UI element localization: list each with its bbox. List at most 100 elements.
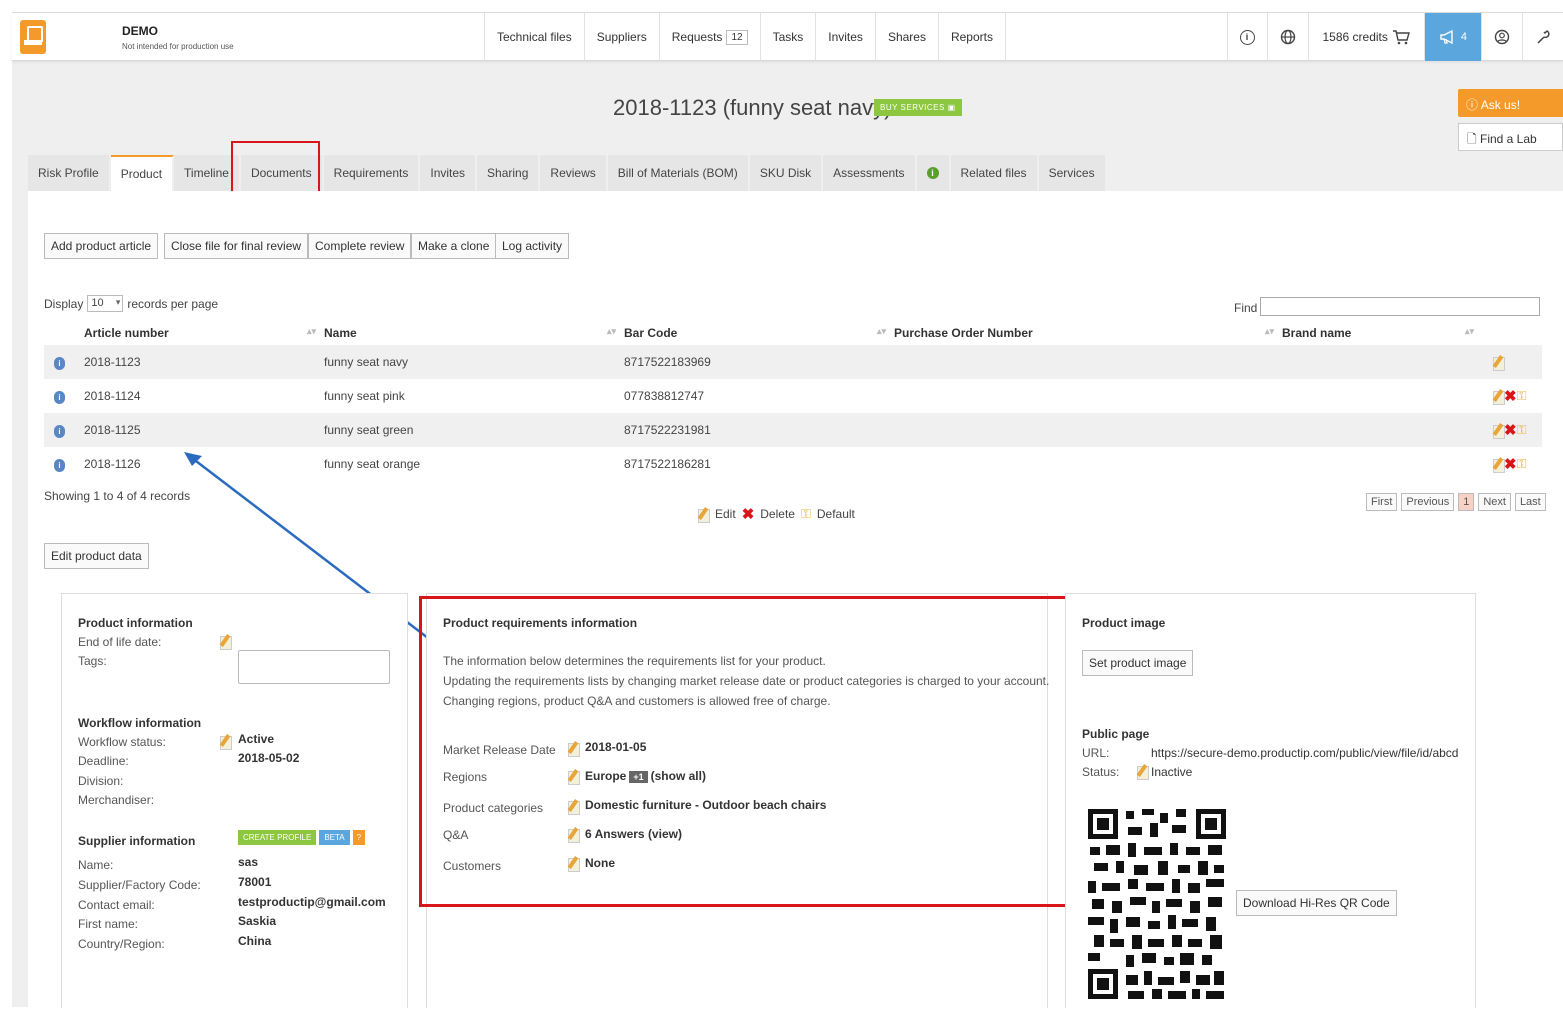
nav-shares[interactable]: Shares [874,13,938,61]
legend-default-label: Default [816,507,855,521]
right-nav: i 1586 credits 4 [1226,13,1563,61]
tab-risk-profile[interactable]: Risk Profile [28,155,111,191]
account-button[interactable] [1481,13,1522,61]
deadline-value: 2018-05-02 [238,751,300,765]
info-icon[interactable]: i [54,424,65,438]
buy-services-button[interactable]: BUY SERVICES ▣ [874,99,962,116]
edit-icon[interactable] [1492,355,1505,372]
create-profile-button[interactable]: CREATE PROFILE [238,830,317,845]
sort-icon: ▴▾ [1464,326,1474,336]
sort-icon: ▴▾ [306,326,316,336]
edit-icon[interactable] [1492,389,1505,405]
nav-tasks[interactable]: Tasks [759,13,816,61]
info-button[interactable]: i [1226,13,1267,61]
delete-icon[interactable]: ✖ [1504,422,1517,439]
tab-info[interactable]: i [916,155,951,191]
credits-button[interactable]: 1586 credits [1307,13,1424,61]
edit-icon[interactable] [219,634,232,650]
ask-us-label: Ask us! [1480,98,1521,112]
info-icon[interactable]: i [54,390,65,404]
tab-sku-disk[interactable]: SKU Disk [749,155,824,191]
complete-review-button[interactable]: Complete review [308,233,412,259]
log-activity-button[interactable]: Log activity [495,233,570,259]
edit-icon[interactable] [1492,423,1505,439]
name-cell: funny seat pink [324,389,405,403]
tab-requirements[interactable]: Requirements [323,155,421,191]
per-page-label: records per page [127,296,219,311]
table-row[interactable]: i 2018-1123 funny seat navy 871752218396… [44,345,1542,379]
cart-icon [1392,30,1410,45]
find-input[interactable] [1260,297,1540,316]
pager-previous[interactable]: Previous [1401,493,1455,511]
logo-icon[interactable] [20,20,46,54]
add-product-article-button[interactable]: Add product article [44,233,159,259]
announcements-button[interactable]: 4 [1423,13,1481,61]
action-legend: Edit ✖ Delete ⚿ Default [697,505,855,523]
workflow-status-value: Active [238,732,275,746]
public-page-heading: Public page [1082,727,1150,741]
pager-page-1[interactable]: 1 [1458,493,1475,511]
tab-reviews[interactable]: Reviews [540,155,608,191]
edit-icon[interactable] [1492,457,1505,473]
tab-product[interactable]: Product [110,155,175,191]
tab-services[interactable]: Services [1038,155,1107,191]
info-icon[interactable]: i [54,458,65,472]
col-po-number[interactable]: Purchase Order Number ▴▾ [894,321,1282,345]
user-icon [1494,29,1510,45]
tab-assessments[interactable]: Assessments [823,155,917,191]
table-row[interactable]: i 2018-1125 funny seat green 87175222319… [44,413,1542,447]
brand-cell [1282,379,1482,413]
pager-last[interactable]: Last [1514,493,1546,511]
qr-code-icon [1088,809,1226,999]
make-clone-button[interactable]: Make a clone [411,233,497,259]
barcode-cell: 8717522183969 [624,345,894,379]
pager-first[interactable]: First [1366,493,1398,511]
nav-requests[interactable]: Requests 12 [658,13,760,61]
sort-icon: ▴▾ [1264,326,1274,336]
contact-email-value: testproductip@gmail.com [238,895,386,909]
info-icon[interactable]: i [54,356,65,370]
edit-icon[interactable] [219,734,232,750]
nav-suppliers[interactable]: Suppliers [583,13,659,61]
public-url-link[interactable]: https://secure-demo.productip.com/public… [1151,746,1458,760]
delete-icon[interactable]: ✖ [1504,388,1517,405]
article-number-cell: 2018-1125 [84,413,324,447]
col-article-number[interactable]: Article number ▴▾ [84,321,324,345]
tab-related-files[interactable]: Related files [950,155,1039,191]
download-qr-button[interactable]: Download Hi-Res QR Code [1236,890,1397,916]
col-name[interactable]: Name ▴▾ [324,321,624,345]
delete-icon[interactable]: ✖ [1504,456,1517,473]
nav-reports[interactable]: Reports [937,13,1006,61]
pager-next[interactable]: Next [1478,493,1511,511]
close-file-button[interactable]: Close file for final review [164,233,309,259]
key-icon[interactable]: ⚿ [1517,456,1527,471]
key-icon[interactable]: ⚿ [1517,388,1527,403]
tab-invites[interactable]: Invites [420,155,478,191]
merchandiser-label: Merchandiser: [78,793,155,807]
set-product-image-button[interactable]: Set product image [1082,650,1194,676]
ask-us-button[interactable]: ⓘ Ask us! [1458,89,1563,117]
edit-product-data-button[interactable]: Edit product data [44,543,149,569]
col-bar-code[interactable]: Bar Code ▴▾ [624,321,894,345]
settings-button[interactable] [1522,13,1563,61]
info-icon: i [926,167,939,179]
key-icon[interactable]: ⚿ [1517,422,1527,437]
language-button[interactable] [1266,13,1308,61]
nav-technical-files[interactable]: Technical files [484,13,584,61]
nav-invites[interactable]: Invites [815,13,875,61]
edit-icon[interactable] [1136,764,1149,780]
status-value: Inactive [1151,765,1193,779]
app-frame: DEMO Not intended for production use Tec… [12,12,1563,1008]
page-size-select[interactable]: 10 [87,295,124,312]
po-cell [894,413,1282,447]
page-size-control: Display 10 records per page [44,295,218,312]
tags-input[interactable] [238,650,390,684]
table-row[interactable]: i 2018-1124 funny seat pink 077838812747… [44,379,1542,413]
help-button[interactable]: ? [352,830,366,845]
tab-bom[interactable]: Bill of Materials (BOM) [607,155,750,191]
find-a-lab-button[interactable]: 🗋 Find a Lab [1458,123,1563,151]
tab-sharing[interactable]: Sharing [477,155,541,191]
workflow-heading: Workflow information [78,716,202,730]
wrench-icon [1537,30,1550,44]
col-brand-name[interactable]: Brand name ▴▾ [1282,321,1482,345]
